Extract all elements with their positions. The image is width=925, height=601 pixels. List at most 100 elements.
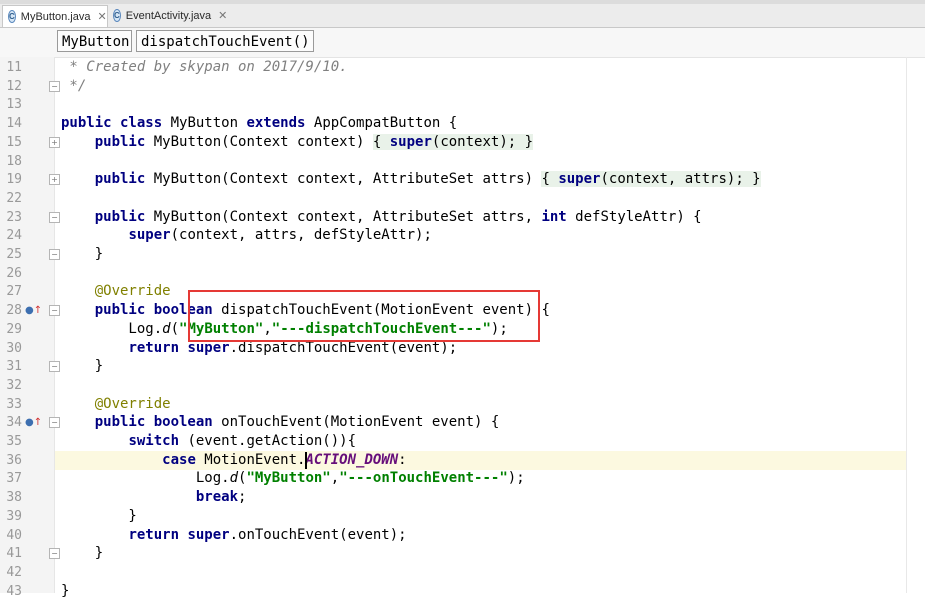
code-token: switch: [128, 433, 180, 449]
tab-eventactivity-java[interactable]: C EventActivity.java ✕: [108, 5, 228, 26]
line-number: 35: [6, 434, 22, 449]
code-token: onTouchEvent(MotionEvent event) {: [212, 414, 500, 431]
line-number: 42: [6, 564, 22, 580]
code-token: MyButton: [162, 115, 247, 132]
fold-toggle-icon[interactable]: +: [49, 136, 60, 148]
code-text: super(context, attrs, defStyleAttr);: [61, 226, 432, 245]
class-icon: C: [8, 10, 16, 23]
code-text: }: [61, 507, 137, 526]
editor-tab-bar: C MyButton.java ✕ C EventActivity.java ✕: [0, 4, 925, 28]
code-line[interactable]: 41 − }: [0, 544, 925, 563]
code-line[interactable]: 37 Log.d("MyButton","---onTouchEvent---"…: [0, 469, 925, 488]
code-line[interactable]: 38 break;: [0, 488, 925, 507]
close-icon[interactable]: ✕: [97, 10, 106, 23]
fold-toggle-icon[interactable]: −: [49, 305, 60, 317]
code-line[interactable]: 15 + public MyButton(Context context) { s…: [0, 133, 925, 152]
code-token: return super: [128, 526, 230, 543]
code-token: (context, attrs); }: [600, 171, 761, 188]
line-number: 30: [6, 340, 22, 356]
code-text: * Created by skypan on 2017/9/10.: [61, 58, 348, 77]
code-text: case MotionEvent.ACTION_DOWN:: [61, 451, 406, 470]
code-line[interactable]: 19 + public MyButton(Context context, Att…: [0, 170, 925, 189]
line-number: 25: [6, 247, 22, 262]
code-text: public MyButton(Context context, Attribu…: [61, 170, 761, 189]
line-number: 33: [6, 396, 22, 412]
override-icon[interactable]: ●↑: [25, 301, 42, 320]
line-number: 22: [6, 190, 22, 206]
code-token: public: [94, 208, 146, 225]
fold-toggle-icon[interactable]: −: [49, 361, 60, 373]
code-token: int: [541, 208, 567, 225]
code-token: (context, attrs, defStyleAttr);: [170, 227, 432, 244]
code-token: public: [94, 133, 146, 150]
code-line[interactable]: 18: [0, 152, 925, 171]
code-line[interactable]: 40 return super.onTouchEvent(event);: [0, 526, 925, 545]
annotation-highlight-box: [188, 290, 540, 342]
code-line[interactable]: 24 super(context, attrs, defStyleAttr);: [0, 226, 925, 245]
code-text: public MyButton(Context context) { super…: [61, 133, 534, 152]
code-token: }: [61, 507, 137, 524]
code-text: public class MyButton extends AppCompatB…: [61, 114, 457, 133]
fold-toggle-icon[interactable]: −: [49, 80, 60, 92]
code-text: public boolean onTouchEvent(MotionEvent …: [61, 413, 500, 432]
code-token: (event.getAction()){: [179, 433, 357, 449]
code-text: @Override: [61, 282, 171, 301]
code-line[interactable]: 43}: [0, 582, 925, 601]
code-token: ,: [330, 470, 340, 487]
code-token: public class: [61, 115, 163, 132]
close-icon[interactable]: ✕: [218, 9, 227, 22]
code-line[interactable]: 42: [0, 563, 925, 582]
code-text: }: [61, 544, 103, 563]
line-number: 37: [6, 471, 22, 487]
code-line[interactable]: 13: [0, 95, 925, 114]
breadcrumb-class[interactable]: MyButton: [57, 30, 132, 52]
tab-mybutton-java[interactable]: C MyButton.java ✕: [2, 5, 108, 27]
code-line[interactable]: 11 * Created by skypan on 2017/9/10.: [0, 58, 925, 77]
code-line[interactable]: 33 @Override: [0, 395, 925, 414]
code-token: {: [372, 133, 390, 150]
line-number: 12: [6, 78, 22, 94]
line-number: 32: [6, 377, 22, 393]
code-line[interactable]: 12 − */: [0, 77, 925, 96]
fold-toggle-icon[interactable]: −: [49, 249, 60, 260]
code-line[interactable]: 35 switch (event.getAction()){: [0, 432, 925, 451]
code-line[interactable]: 26: [0, 264, 925, 283]
code-token: }: [61, 582, 70, 599]
code-token: Log.: [61, 320, 163, 337]
code-token: ;: [238, 489, 247, 506]
code-line[interactable]: 23 − public MyButton(Context context, Att…: [0, 208, 925, 227]
code-line[interactable]: 36 case MotionEvent.ACTION_DOWN:: [0, 451, 925, 470]
fold-toggle-icon[interactable]: −: [49, 211, 60, 223]
code-line[interactable]: 31 − }: [0, 357, 925, 376]
code-line[interactable]: 39 }: [0, 507, 925, 526]
fold-toggle-icon[interactable]: −: [49, 548, 60, 560]
code-token: super: [389, 133, 432, 150]
tab-label: EventActivity.java: [125, 9, 212, 22]
code-text: }: [61, 245, 103, 264]
code-line[interactable]: 14 public class MyButton extends AppCompa…: [0, 114, 925, 133]
code-token: }: [61, 246, 104, 262]
tab-label: MyButton.java: [20, 10, 91, 23]
line-number: 36: [6, 452, 22, 468]
line-number: 24: [6, 228, 22, 244]
code-token: "MyButton": [246, 470, 331, 487]
line-number: 11: [6, 60, 22, 75]
fold-toggle-icon[interactable]: +: [49, 174, 60, 186]
class-icon: C: [113, 9, 121, 22]
code-line[interactable]: 32: [0, 376, 925, 395]
override-icon[interactable]: ●↑: [25, 413, 42, 432]
fold-toggle-icon[interactable]: −: [49, 417, 60, 429]
code-line[interactable]: 25 − }: [0, 245, 925, 264]
code-token: * Created by skypan on 2017/9/10.: [61, 59, 348, 75]
code-token: MyButton(Context context, AttributeSet a…: [145, 171, 542, 188]
code-token: d: [229, 470, 239, 487]
code-line[interactable]: 34 ●↑ − public boolean onTouchEvent(Motion…: [0, 413, 925, 432]
code-token: case: [162, 451, 196, 468]
code-token: "---onTouchEvent---": [339, 470, 508, 487]
breadcrumb-method[interactable]: dispatchTouchEvent(): [136, 30, 314, 52]
code-line[interactable]: 22: [0, 189, 925, 208]
